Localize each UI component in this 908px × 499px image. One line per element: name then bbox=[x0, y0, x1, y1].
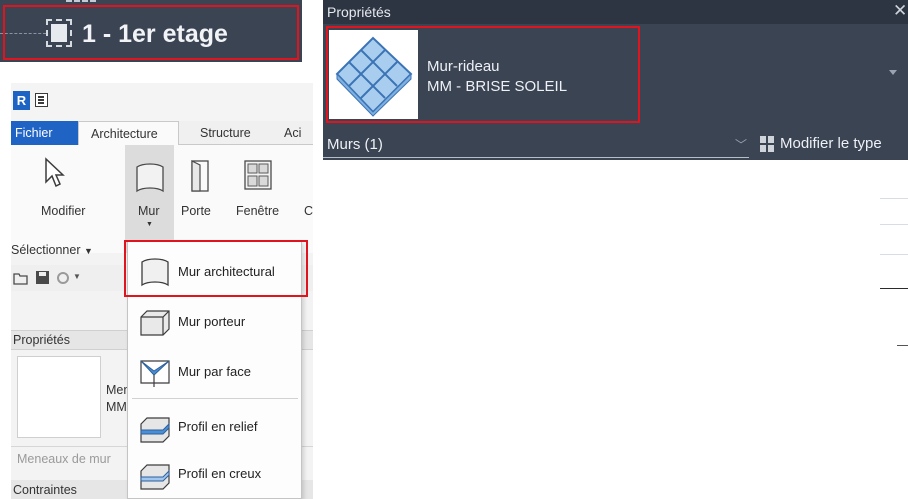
menu-item-profil-en-creux[interactable]: Profil en creux bbox=[128, 448, 303, 498]
menu-item-label: Profil en creux bbox=[178, 466, 262, 481]
sync-icon[interactable] bbox=[55, 270, 71, 285]
menu-item-label: Mur porteur bbox=[178, 314, 246, 329]
chevron-down-icon[interactable] bbox=[889, 70, 897, 75]
chevron-down-icon[interactable]: ▼ bbox=[73, 272, 81, 281]
window-label: Fenêtre bbox=[236, 204, 280, 218]
wall-button[interactable] bbox=[125, 145, 174, 253]
tab-architecture[interactable]: Architecture bbox=[78, 121, 179, 145]
open-folder-icon[interactable] bbox=[13, 271, 29, 285]
properties-panel-dark: Propriétés ✕ Mur-rideau MM - BRISE SOLEI… bbox=[323, 0, 908, 160]
door-label: Porte bbox=[181, 204, 211, 218]
close-icon[interactable]: ✕ bbox=[893, 1, 907, 21]
door-icon bbox=[191, 160, 209, 192]
filter-label: Murs (1) bbox=[327, 136, 383, 153]
cursor-arrow-icon bbox=[45, 157, 65, 188]
edit-type-icon bbox=[760, 136, 774, 152]
level-line-decoration bbox=[66, 0, 96, 2]
select-label: Sélectionner bbox=[11, 243, 81, 257]
highlight-box bbox=[3, 5, 299, 60]
save-icon[interactable] bbox=[35, 270, 50, 285]
menu-item-profil-en-relief[interactable]: Profil en relief bbox=[128, 401, 303, 451]
type-name-truncated: MM bbox=[106, 400, 127, 414]
wall-structural-icon bbox=[140, 310, 170, 336]
menu-divider bbox=[132, 398, 298, 399]
wall-by-face-icon bbox=[140, 360, 170, 387]
menu-item-label: Mur par face bbox=[178, 364, 251, 379]
filter-underline bbox=[323, 157, 749, 158]
grid-line-decoration bbox=[897, 345, 908, 346]
properties-title: Propriétés bbox=[327, 4, 391, 20]
level-tag-panel: 1 - 1er etage bbox=[0, 0, 302, 62]
menu-item-mur-par-face[interactable]: Mur par face bbox=[128, 346, 303, 396]
edit-type-label: Modifier le type bbox=[780, 135, 882, 152]
wall-label: Mur bbox=[138, 204, 160, 218]
grid-line-decoration bbox=[880, 224, 908, 225]
grid-line-decoration bbox=[880, 288, 908, 289]
wall-icon bbox=[136, 163, 164, 193]
modify-label: Modifier bbox=[41, 204, 86, 218]
type-thumbnail bbox=[17, 356, 101, 438]
menu-item-mur-porteur[interactable]: Mur porteur bbox=[128, 296, 303, 346]
ribbon-body: Modifier Mur ▼ Porte Fenêtre C bbox=[11, 145, 313, 253]
chevron-down-icon: ▼ bbox=[146, 221, 153, 228]
revit-logo-icon[interactable]: R bbox=[13, 91, 30, 110]
tab-acier[interactable]: Aci bbox=[274, 121, 313, 145]
wall-reveal-icon bbox=[140, 464, 170, 490]
app-bar: R bbox=[11, 83, 313, 121]
ribbon-tabs: Fichier Architecture Structure Aci bbox=[11, 121, 313, 145]
highlight-box bbox=[326, 26, 640, 123]
chevron-down-icon: ▼ bbox=[83, 246, 93, 256]
window-icon bbox=[244, 160, 272, 190]
select-dropdown[interactable]: Sélectionner ▼ bbox=[11, 243, 93, 257]
wall-sweep-icon bbox=[140, 417, 170, 443]
grid-line-decoration bbox=[880, 254, 908, 255]
cut-label: C bbox=[304, 204, 313, 218]
edit-type-button[interactable]: Modifier le type bbox=[760, 134, 908, 158]
highlight-box bbox=[124, 240, 308, 297]
tab-fichier[interactable]: Fichier bbox=[11, 121, 78, 145]
grid-line-decoration bbox=[880, 198, 908, 199]
quick-access-icon[interactable] bbox=[35, 93, 48, 107]
chevron-down-icon: ﹀ bbox=[735, 138, 748, 152]
tab-structure[interactable]: Structure bbox=[186, 121, 266, 145]
properties-title-bar: Propriétés ✕ bbox=[323, 0, 908, 24]
menu-item-label: Profil en relief bbox=[178, 419, 258, 434]
